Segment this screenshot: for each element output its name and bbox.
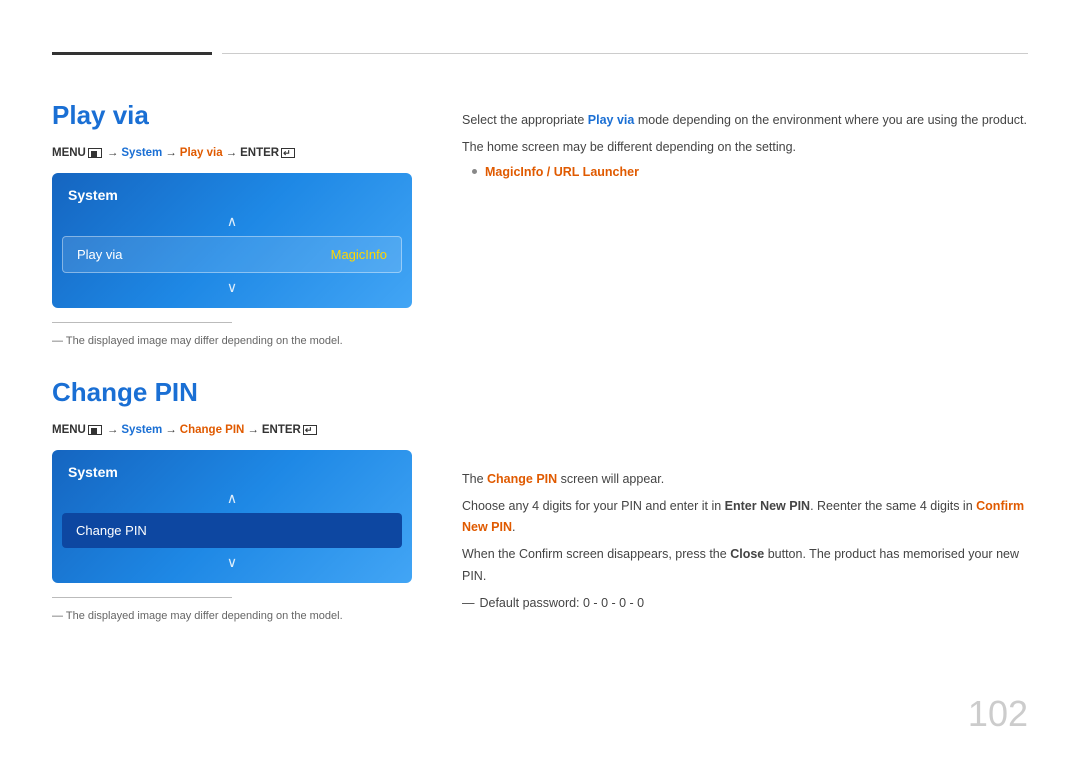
- change-pin-row-label: Change PIN: [76, 523, 147, 538]
- play-via-right-content: Select the appropriate Play via mode dep…: [462, 110, 1028, 179]
- system-path-label: System: [121, 147, 162, 159]
- enter-icon-2: [303, 425, 317, 435]
- change-pin-right-content: The Change PIN screen will appear. Choos…: [462, 469, 1028, 615]
- change-pin-default: ― Default password: 0 - 0 - 0 - 0: [462, 593, 1028, 614]
- change-pin-row[interactable]: Change PIN: [62, 513, 402, 548]
- page-number: 102: [968, 693, 1028, 735]
- system-box-title-2: System: [52, 460, 412, 488]
- menu-icon: [88, 148, 102, 158]
- change-pin-system-box: System ∧ Change PIN ∨: [52, 450, 412, 583]
- menu-label-2: MENU: [52, 424, 86, 436]
- enter-icon: [281, 148, 295, 158]
- play-via-desc-2: The home screen may be different dependi…: [462, 137, 1028, 158]
- play-via-divider: [52, 322, 232, 323]
- play-via-bullet: MagicInfo / URL Launcher: [472, 165, 1028, 179]
- change-pin-path-label: Change PIN: [180, 424, 245, 436]
- chevron-down-icon-1: ∨: [52, 277, 412, 298]
- change-pin-title: Change PIN: [52, 377, 412, 408]
- change-pin-desc-2: Choose any 4 digits for your PIN and ent…: [462, 496, 1028, 539]
- play-via-menu-path: MENU → System → Play via → ENTER: [52, 147, 412, 159]
- bullet-dot: [472, 169, 477, 174]
- change-pin-section: Change PIN MENU → System → Change PIN → …: [52, 377, 412, 622]
- chevron-up-icon-2: ∧: [52, 488, 412, 509]
- menu-label: MENU: [52, 147, 86, 159]
- play-via-path-label: Play via: [180, 147, 223, 159]
- play-via-system-box: System ∧ Play via MagicInfo ∨: [52, 173, 412, 308]
- play-via-row-value: MagicInfo: [331, 247, 387, 262]
- change-pin-desc-3: When the Confirm screen disappears, pres…: [462, 544, 1028, 587]
- change-pin-note: The displayed image may differ depending…: [52, 610, 412, 622]
- bullet-text: MagicInfo / URL Launcher: [485, 165, 639, 179]
- play-via-note: The displayed image may differ depending…: [52, 335, 412, 347]
- play-via-title: Play via: [52, 100, 412, 131]
- system-path-label-2: System: [121, 424, 162, 436]
- play-via-row[interactable]: Play via MagicInfo: [62, 236, 402, 273]
- chevron-up-icon-1: ∧: [52, 211, 412, 232]
- menu-icon-2: [88, 425, 102, 435]
- play-via-desc-1: Select the appropriate Play via mode dep…: [462, 110, 1028, 131]
- system-box-title-1: System: [52, 183, 412, 211]
- enter-path-label: ENTER: [240, 147, 279, 159]
- change-pin-menu-path: MENU → System → Change PIN → ENTER: [52, 424, 412, 436]
- play-via-row-label: Play via: [77, 247, 123, 262]
- chevron-down-icon-2: ∨: [52, 552, 412, 573]
- change-pin-divider: [52, 597, 232, 598]
- change-pin-desc-1: The Change PIN screen will appear.: [462, 469, 1028, 490]
- top-divider: [52, 52, 1028, 55]
- enter-path-label-2: ENTER: [262, 424, 301, 436]
- play-via-section: Play via MENU → System → Play via → ENTE…: [52, 100, 412, 347]
